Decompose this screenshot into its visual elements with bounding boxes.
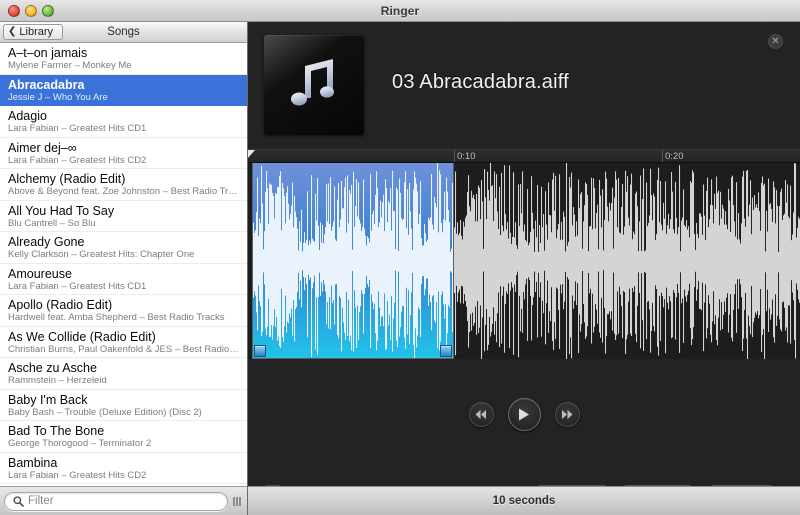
chevron-left-icon: ❮ [8,26,17,37]
song-title: Alchemy (Radio Edit) [8,172,126,187]
close-glyph: ✕ [771,35,780,47]
song-title: As We Collide (Radio Edit) [8,329,156,344]
search-icon [13,495,24,507]
filter-input[interactable]: Filter [4,491,228,511]
library-sidebar: ❮ Library Songs A–t–on jamais Mylene Farm… [0,22,248,515]
song-subtitle: Lara Fabian – Greatest Hits CD2 [8,154,147,166]
song-subtitle: Lara Fabian – Greatest Hits CD1 [8,280,147,292]
waveform-graphic [248,163,800,359]
window-title: Ringer [380,3,420,18]
song-row[interactable]: Already Gone Kelly Clarkson – Greatest Hi… [0,232,247,264]
fast-forward-button[interactable] [554,401,580,427]
ruler-label-1: 0:20 [665,151,684,162]
filter-bar: Filter [0,486,247,515]
resize-grip[interactable] [231,492,243,510]
sidebar-navbar: ❮ Library Songs [0,22,247,43]
song-row[interactable]: Alchemy (Radio Edit) Above & Beyond feat.… [0,169,247,201]
transport-controls [248,359,800,473]
filter-placeholder: Filter [28,495,54,507]
close-icon[interactable]: ✕ [768,34,783,49]
album-artwork [264,35,364,135]
song-row[interactable]: A–t–on jamais Mylene Farmer – Monkey Me [0,43,247,75]
song-row[interactable]: Adagio Lara Fabian – Greatest Hits CD1 [0,106,247,138]
timeline-ruler[interactable]: 0:10 0:20 [248,149,800,163]
selection-duration: 10 seconds [492,495,556,507]
song-title: Bad To The Bone [8,424,105,439]
song-subtitle: Blu Cantrell – So Blu [8,217,96,229]
song-subtitle: Above & Beyond feat. Zoe Johnston – Best… [8,186,241,198]
song-title: Already Gone [8,235,85,250]
song-row[interactable]: Amoureuse Lara Fabian – Greatest Hits CD1 [0,264,247,295]
song-title: Adagio [8,109,47,124]
song-row[interactable]: Baby I'm Back Baby Bash – Trouble (Deluxe… [0,390,247,421]
song-title: All You Had To Say [8,203,115,218]
song-subtitle: Lara Fabian – Greatest Hits CD1 [8,123,147,135]
song-subtitle: Jessie J – Who You Are [8,91,108,103]
song-title: Abracadabra [8,77,85,92]
song-row[interactable]: Abracadabra Jessie J – Who You Are [0,74,247,106]
ringer-window: Ringer ❮ Library Songs A–t–on jamais Myle… [0,0,800,515]
song-list[interactable]: A–t–on jamais Mylene Farmer – Monkey Me Ab… [0,43,247,486]
status-bar: 10 seconds [248,486,800,515]
song-subtitle: Mylene Farmer – Monkey Me [8,60,132,72]
song-row[interactable]: Asche zu Asche Rammstein – Herzeleid [0,358,247,390]
song-row[interactable]: All You Had To Say Blu Cantrell – So Blu [0,201,247,232]
ringtone-editor: 03 Abracadabra.aiff ✕ 0:10 0:20 [248,22,800,515]
song-title: Aimer dej–∞ [8,140,77,155]
back-button-label: Library [19,26,54,38]
track-filename: 03 Abracadabra.aiff [392,71,569,93]
song-row[interactable]: As We Collide (Radio Edit) Christian Burn… [0,327,247,358]
window-titlebar: Ringer [0,0,800,22]
waveform-view[interactable] [248,163,800,359]
song-subtitle: Lara Fabian – Greatest Hits CD2 [8,469,147,481]
play-icon [519,408,529,420]
playhead-marker[interactable] [248,150,255,158]
song-title: Bambina [8,455,58,470]
song-row[interactable]: Aimer dej–∞ Lara Fabian – Greatest Hits C… [0,138,247,169]
song-title: Baby I'm Back [8,392,88,407]
song-row[interactable]: Bad To The Bone George Thorogood – Termin… [0,421,247,453]
back-to-library-button[interactable]: ❮ Library [3,24,64,40]
editor-header: 03 Abracadabra.aiff ✕ [248,22,800,149]
song-subtitle: Rammstein – Herzeleid [8,375,107,387]
ruler-label-0: 0:10 [457,151,476,162]
music-note-icon [291,59,334,106]
song-title: A–t–on jamais [8,46,88,61]
song-subtitle: George Thorogood – Terminator 2 [8,438,152,450]
play-button[interactable] [507,397,541,431]
song-subtitle: Hardwell feat. Amba Shepherd – Best Radi… [8,312,225,324]
song-subtitle: Christian Burns, Paul Oakenfold & JES – … [8,343,239,355]
rewind-icon [475,409,486,419]
song-row[interactable]: Bambina Lara Fabian – Greatest Hits CD2 [0,453,247,484]
song-subtitle: Baby Bash – Trouble (Deluxe Edition) (Di… [8,406,202,418]
song-title: Asche zu Asche [8,361,97,376]
song-subtitle: Kelly Clarkson – Greatest Hits: Chapter … [8,249,195,261]
song-row[interactable]: Apollo (Radio Edit) Hardwell feat. Amba S… [0,295,247,327]
song-title: Apollo (Radio Edit) [8,298,113,313]
fast-forward-icon [562,409,573,419]
rewind-button[interactable] [468,401,494,427]
song-title: Amoureuse [8,266,72,281]
